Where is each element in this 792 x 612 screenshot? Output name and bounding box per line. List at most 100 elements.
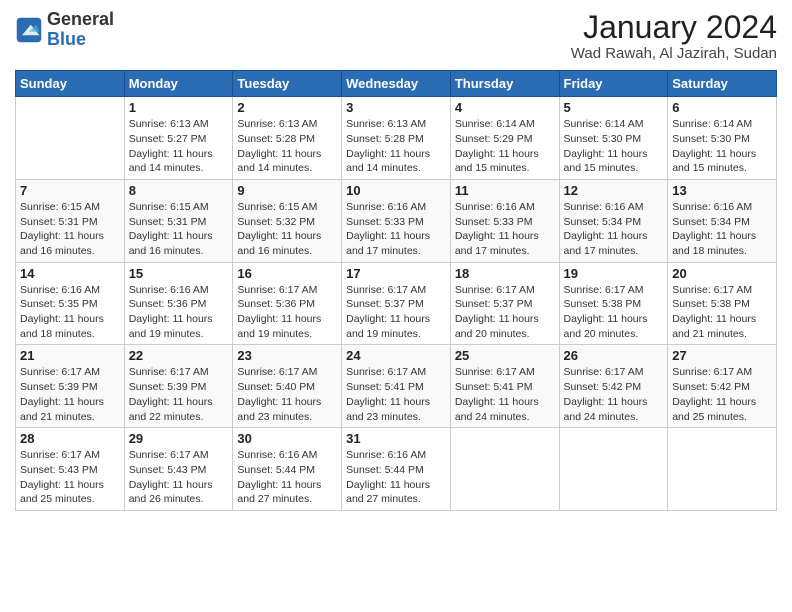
header: General Blue January 2024 Wad Rawah, Al … (15, 10, 777, 62)
day-number: 16 (237, 266, 337, 281)
day-number: 13 (672, 183, 772, 198)
day-cell: 22 Sunrise: 6:17 AM Sunset: 5:39 PM Dayli… (124, 345, 233, 428)
day-info: Sunrise: 6:16 AM Sunset: 5:36 PM Dayligh… (129, 283, 229, 342)
weekday-header-saturday: Saturday (668, 71, 777, 97)
weekday-header-monday: Monday (124, 71, 233, 97)
calendar-table: SundayMondayTuesdayWednesdayThursdayFrid… (15, 70, 777, 511)
day-cell: 31 Sunrise: 6:16 AM Sunset: 5:44 PM Dayli… (342, 428, 451, 511)
day-number: 26 (564, 348, 664, 363)
day-cell (668, 428, 777, 511)
day-cell: 2 Sunrise: 6:13 AM Sunset: 5:28 PM Daylig… (233, 97, 342, 180)
day-number: 18 (455, 266, 555, 281)
day-number: 8 (129, 183, 229, 198)
day-cell: 25Sunrise: 6:17 AM Sunset: 5:41 PM Dayli… (450, 345, 559, 428)
day-number: 3 (346, 100, 446, 115)
week-row-2: 7 Sunrise: 6:15 AM Sunset: 5:31 PM Daylig… (16, 179, 777, 262)
day-number: 7 (20, 183, 120, 198)
day-number: 14 (20, 266, 120, 281)
day-info: Sunrise: 6:15 AM Sunset: 5:31 PM Dayligh… (20, 200, 120, 259)
day-info: Sunrise: 6:17 AM Sunset: 5:40 PM Dayligh… (237, 365, 337, 424)
logo-blue: Blue (47, 29, 86, 49)
day-cell: 21 Sunrise: 6:17 AM Sunset: 5:39 PM Dayli… (16, 345, 125, 428)
weekday-header-tuesday: Tuesday (233, 71, 342, 97)
day-info: Sunrise: 6:16 AM Sunset: 5:44 PM Dayligh… (237, 448, 337, 507)
day-cell: 8 Sunrise: 6:15 AM Sunset: 5:31 PM Daylig… (124, 179, 233, 262)
calendar-subtitle: Wad Rawah, Al Jazirah, Sudan (571, 45, 777, 62)
day-info: Sunrise: 6:17 AM Sunset: 5:37 PM Dayligh… (455, 283, 555, 342)
day-number: 11 (455, 183, 555, 198)
day-cell: 3 Sunrise: 6:13 AM Sunset: 5:28 PM Daylig… (342, 97, 451, 180)
day-number: 23 (237, 348, 337, 363)
day-number: 6 (672, 100, 772, 115)
day-info: Sunrise: 6:17 AM Sunset: 5:37 PM Dayligh… (346, 283, 446, 342)
day-number: 15 (129, 266, 229, 281)
day-info: Sunrise: 6:15 AM Sunset: 5:32 PM Dayligh… (237, 200, 337, 259)
day-info: Sunrise: 6:17 AM Sunset: 5:42 PM Dayligh… (564, 365, 664, 424)
day-info: Sunrise: 6:13 AM Sunset: 5:27 PM Dayligh… (129, 117, 229, 176)
day-info: Sunrise: 6:17 AM Sunset: 5:42 PM Dayligh… (672, 365, 772, 424)
day-info: Sunrise: 6:16 AM Sunset: 5:33 PM Dayligh… (346, 200, 446, 259)
day-info: Sunrise: 6:17 AM Sunset: 5:38 PM Dayligh… (672, 283, 772, 342)
day-cell: 17Sunrise: 6:17 AM Sunset: 5:37 PM Dayli… (342, 262, 451, 345)
day-info: Sunrise: 6:15 AM Sunset: 5:31 PM Dayligh… (129, 200, 229, 259)
day-cell: 9Sunrise: 6:15 AM Sunset: 5:32 PM Daylig… (233, 179, 342, 262)
day-number: 21 (20, 348, 120, 363)
day-cell: 18 Sunrise: 6:17 AM Sunset: 5:37 PM Dayli… (450, 262, 559, 345)
day-number: 27 (672, 348, 772, 363)
day-info: Sunrise: 6:13 AM Sunset: 5:28 PM Dayligh… (237, 117, 337, 176)
day-cell (450, 428, 559, 511)
day-info: Sunrise: 6:16 AM Sunset: 5:34 PM Dayligh… (564, 200, 664, 259)
day-number: 5 (564, 100, 664, 115)
day-info: Sunrise: 6:16 AM Sunset: 5:44 PM Dayligh… (346, 448, 446, 507)
day-number: 10 (346, 183, 446, 198)
day-cell: 13Sunrise: 6:16 AM Sunset: 5:34 PM Dayli… (668, 179, 777, 262)
day-cell: 27 Sunrise: 6:17 AM Sunset: 5:42 PM Dayli… (668, 345, 777, 428)
day-number: 28 (20, 431, 120, 446)
day-number: 25 (455, 348, 555, 363)
day-cell: 4Sunrise: 6:14 AM Sunset: 5:29 PM Daylig… (450, 97, 559, 180)
day-cell: 28 Sunrise: 6:17 AM Sunset: 5:43 PM Dayli… (16, 428, 125, 511)
day-cell: 10 Sunrise: 6:16 AM Sunset: 5:33 PM Dayli… (342, 179, 451, 262)
week-row-1: 1Sunrise: 6:13 AM Sunset: 5:27 PM Daylig… (16, 97, 777, 180)
day-cell: 24 Sunrise: 6:17 AM Sunset: 5:41 PM Dayli… (342, 345, 451, 428)
day-cell: 29Sunrise: 6:17 AM Sunset: 5:43 PM Dayli… (124, 428, 233, 511)
day-cell: 19Sunrise: 6:17 AM Sunset: 5:38 PM Dayli… (559, 262, 668, 345)
week-row-5: 28 Sunrise: 6:17 AM Sunset: 5:43 PM Dayli… (16, 428, 777, 511)
day-info: Sunrise: 6:13 AM Sunset: 5:28 PM Dayligh… (346, 117, 446, 176)
day-number: 31 (346, 431, 446, 446)
week-row-4: 21 Sunrise: 6:17 AM Sunset: 5:39 PM Dayli… (16, 345, 777, 428)
day-cell: 1Sunrise: 6:13 AM Sunset: 5:27 PM Daylig… (124, 97, 233, 180)
day-info: Sunrise: 6:16 AM Sunset: 5:33 PM Dayligh… (455, 200, 555, 259)
logo-general: General (47, 9, 114, 29)
day-number: 24 (346, 348, 446, 363)
day-cell: 5 Sunrise: 6:14 AM Sunset: 5:30 PM Daylig… (559, 97, 668, 180)
day-cell (16, 97, 125, 180)
logo: General Blue (15, 10, 114, 50)
day-number: 22 (129, 348, 229, 363)
day-info: Sunrise: 6:17 AM Sunset: 5:39 PM Dayligh… (129, 365, 229, 424)
day-info: Sunrise: 6:16 AM Sunset: 5:35 PM Dayligh… (20, 283, 120, 342)
weekday-header-row: SundayMondayTuesdayWednesdayThursdayFrid… (16, 71, 777, 97)
day-cell: 15 Sunrise: 6:16 AM Sunset: 5:36 PM Dayli… (124, 262, 233, 345)
logo-text: General Blue (47, 10, 114, 50)
calendar-title: January 2024 (571, 10, 777, 45)
day-cell: 23 Sunrise: 6:17 AM Sunset: 5:40 PM Dayli… (233, 345, 342, 428)
day-number: 19 (564, 266, 664, 281)
weekday-header-sunday: Sunday (16, 71, 125, 97)
logo-icon (15, 16, 43, 44)
day-info: Sunrise: 6:17 AM Sunset: 5:36 PM Dayligh… (237, 283, 337, 342)
day-info: Sunrise: 6:14 AM Sunset: 5:30 PM Dayligh… (672, 117, 772, 176)
day-number: 20 (672, 266, 772, 281)
day-info: Sunrise: 6:14 AM Sunset: 5:30 PM Dayligh… (564, 117, 664, 176)
weekday-header-thursday: Thursday (450, 71, 559, 97)
day-info: Sunrise: 6:17 AM Sunset: 5:43 PM Dayligh… (20, 448, 120, 507)
title-block: January 2024 Wad Rawah, Al Jazirah, Suda… (571, 10, 777, 62)
day-info: Sunrise: 6:17 AM Sunset: 5:39 PM Dayligh… (20, 365, 120, 424)
day-cell (559, 428, 668, 511)
weekday-header-wednesday: Wednesday (342, 71, 451, 97)
weekday-header-friday: Friday (559, 71, 668, 97)
day-info: Sunrise: 6:17 AM Sunset: 5:41 PM Dayligh… (346, 365, 446, 424)
day-cell: 30Sunrise: 6:16 AM Sunset: 5:44 PM Dayli… (233, 428, 342, 511)
day-number: 29 (129, 431, 229, 446)
day-number: 2 (237, 100, 337, 115)
